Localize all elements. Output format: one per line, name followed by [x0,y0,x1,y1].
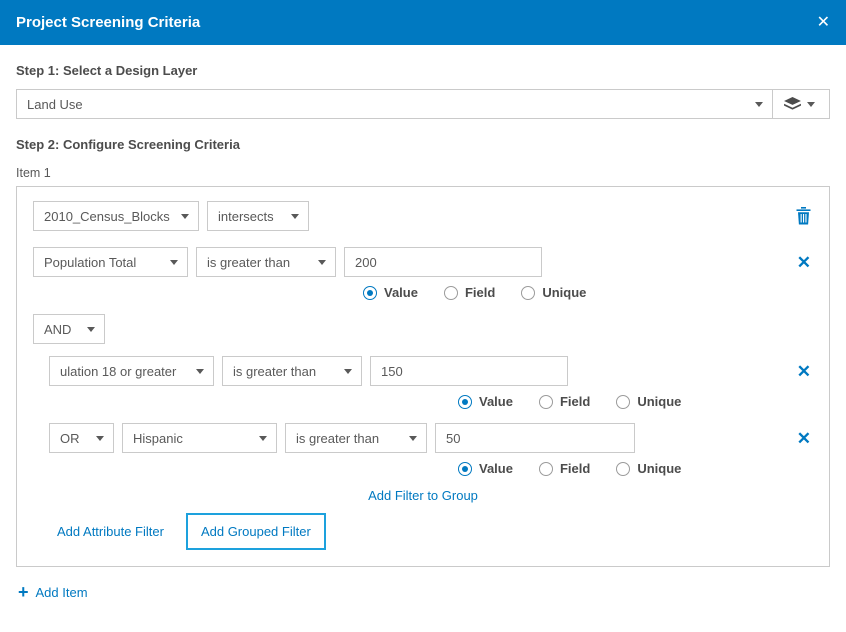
filter3-field-select[interactable]: Hispanic [122,423,277,453]
radio-label: Value [479,461,513,476]
radio-label: Unique [637,461,681,476]
radio-selected-icon [363,286,377,300]
filter3-value-type-radios: Value Field Unique [458,461,813,476]
chevron-down-icon [309,248,335,276]
dialog-header: Project Screening Criteria ✕ [0,0,846,45]
radio-icon [521,286,535,300]
group-logic-value: AND [34,322,78,337]
step2-heading: Step 2: Configure Screening Criteria [16,137,830,152]
add-grouped-filter-highlight: Add Grouped Filter [186,513,326,550]
filter1-operator-value: is greater than [197,255,309,270]
filter1-field-value: Population Total [34,255,161,270]
filter1-radio-field[interactable]: Field [444,285,495,300]
filter3-operator-value: is greater than [286,431,400,446]
radio-selected-icon [458,395,472,409]
filter1-value-type-radios: Value Field Unique [363,285,813,300]
filter3-logic-select[interactable]: OR [49,423,114,453]
item-label: Item 1 [16,166,830,180]
add-filter-to-group-link[interactable]: Add Filter to Group [368,488,478,503]
filter3-value-input[interactable] [435,423,635,453]
filter2-field-value: ulation 18 or greater [50,364,187,379]
close-icon[interactable]: ✕ [817,15,830,31]
filter-actions-row: Add Attribute Filter Add Grouped Filter [33,513,813,550]
chevron-down-icon [400,424,426,452]
chevron-down-icon [78,315,104,343]
design-layer-select[interactable]: Land Use [16,89,830,119]
chevron-down-icon [87,424,113,452]
chevron-down-icon [187,357,213,385]
grouped-filter-row-1: ulation 18 or greater is greater than ✕ [49,356,813,386]
radio-label: Unique [637,394,681,409]
target-layer-select[interactable]: 2010_Census_Blocks [33,201,199,231]
grouped-filter-row-2: OR Hispanic is greater than ✕ [49,423,813,453]
layers-icon [784,97,801,112]
radio-icon [539,395,553,409]
spatial-operator-select[interactable]: intersects [207,201,309,231]
add-attribute-filter-link[interactable]: Add Attribute Filter [57,524,164,539]
filter2-value-type-radios: Value Field Unique [458,394,813,409]
radio-icon [539,462,553,476]
filter1-operator-select[interactable]: is greater than [196,247,336,277]
chevron-down-icon [282,202,308,230]
radio-icon [444,286,458,300]
radio-label: Value [384,285,418,300]
dialog-title: Project Screening Criteria [16,14,200,31]
radio-label: Unique [542,285,586,300]
plus-icon: + [18,583,29,601]
filter3-radio-field[interactable]: Field [539,461,590,476]
filter2-field-select[interactable]: ulation 18 or greater [49,356,214,386]
filter1-field-select[interactable]: Population Total [33,247,188,277]
filter2-operator-value: is greater than [223,364,335,379]
radio-label: Field [560,394,590,409]
filter2-radio-value[interactable]: Value [458,394,513,409]
remove-filter3-icon[interactable]: ✕ [795,430,813,447]
filter3-field-value: Hispanic [123,431,250,446]
filter2-operator-select[interactable]: is greater than [222,356,362,386]
remove-filter1-icon[interactable]: ✕ [795,254,813,271]
trash-icon [796,207,811,225]
filter3-radio-unique[interactable]: Unique [616,461,681,476]
chevron-down-icon [746,90,772,118]
target-layer-value: 2010_Census_Blocks [34,209,172,224]
delete-item-button[interactable] [794,207,813,225]
filter3-radio-value[interactable]: Value [458,461,513,476]
design-layer-value: Land Use [17,97,746,112]
step1-heading: Step 1: Select a Design Layer [16,63,830,78]
radio-selected-icon [458,462,472,476]
add-item-label: Add Item [36,585,88,600]
add-item-button[interactable]: + Add Item [18,583,830,601]
remove-filter2-icon[interactable]: ✕ [795,363,813,380]
spatial-filter-row: 2010_Census_Blocks intersects [33,201,813,231]
radio-icon [616,395,630,409]
radio-icon [616,462,630,476]
add-filter-to-group-row: Add Filter to Group [33,488,813,503]
add-grouped-filter-link[interactable]: Add Grouped Filter [201,524,311,539]
filter2-radio-field[interactable]: Field [539,394,590,409]
group-logic-select[interactable]: AND [33,314,105,344]
chevron-down-icon [172,202,198,230]
filter3-logic-value: OR [50,431,87,446]
layer-options-button[interactable] [773,90,829,118]
filter1-value-input[interactable] [344,247,542,277]
screening-item-panel: 2010_Census_Blocks intersects [16,186,830,567]
spatial-operator-value: intersects [208,209,282,224]
filter2-radio-unique[interactable]: Unique [616,394,681,409]
chevron-down-icon [161,248,187,276]
filter1-radio-unique[interactable]: Unique [521,285,586,300]
chevron-down-icon [803,90,819,118]
attribute-filter-row-1: Population Total is greater than ✕ [33,247,813,277]
radio-label: Field [560,461,590,476]
chevron-down-icon [250,424,276,452]
radio-label: Field [465,285,495,300]
filter3-operator-select[interactable]: is greater than [285,423,427,453]
filter2-value-input[interactable] [370,356,568,386]
group-logic-row: AND [33,314,813,344]
radio-label: Value [479,394,513,409]
filter1-radio-value[interactable]: Value [363,285,418,300]
chevron-down-icon [335,357,361,385]
